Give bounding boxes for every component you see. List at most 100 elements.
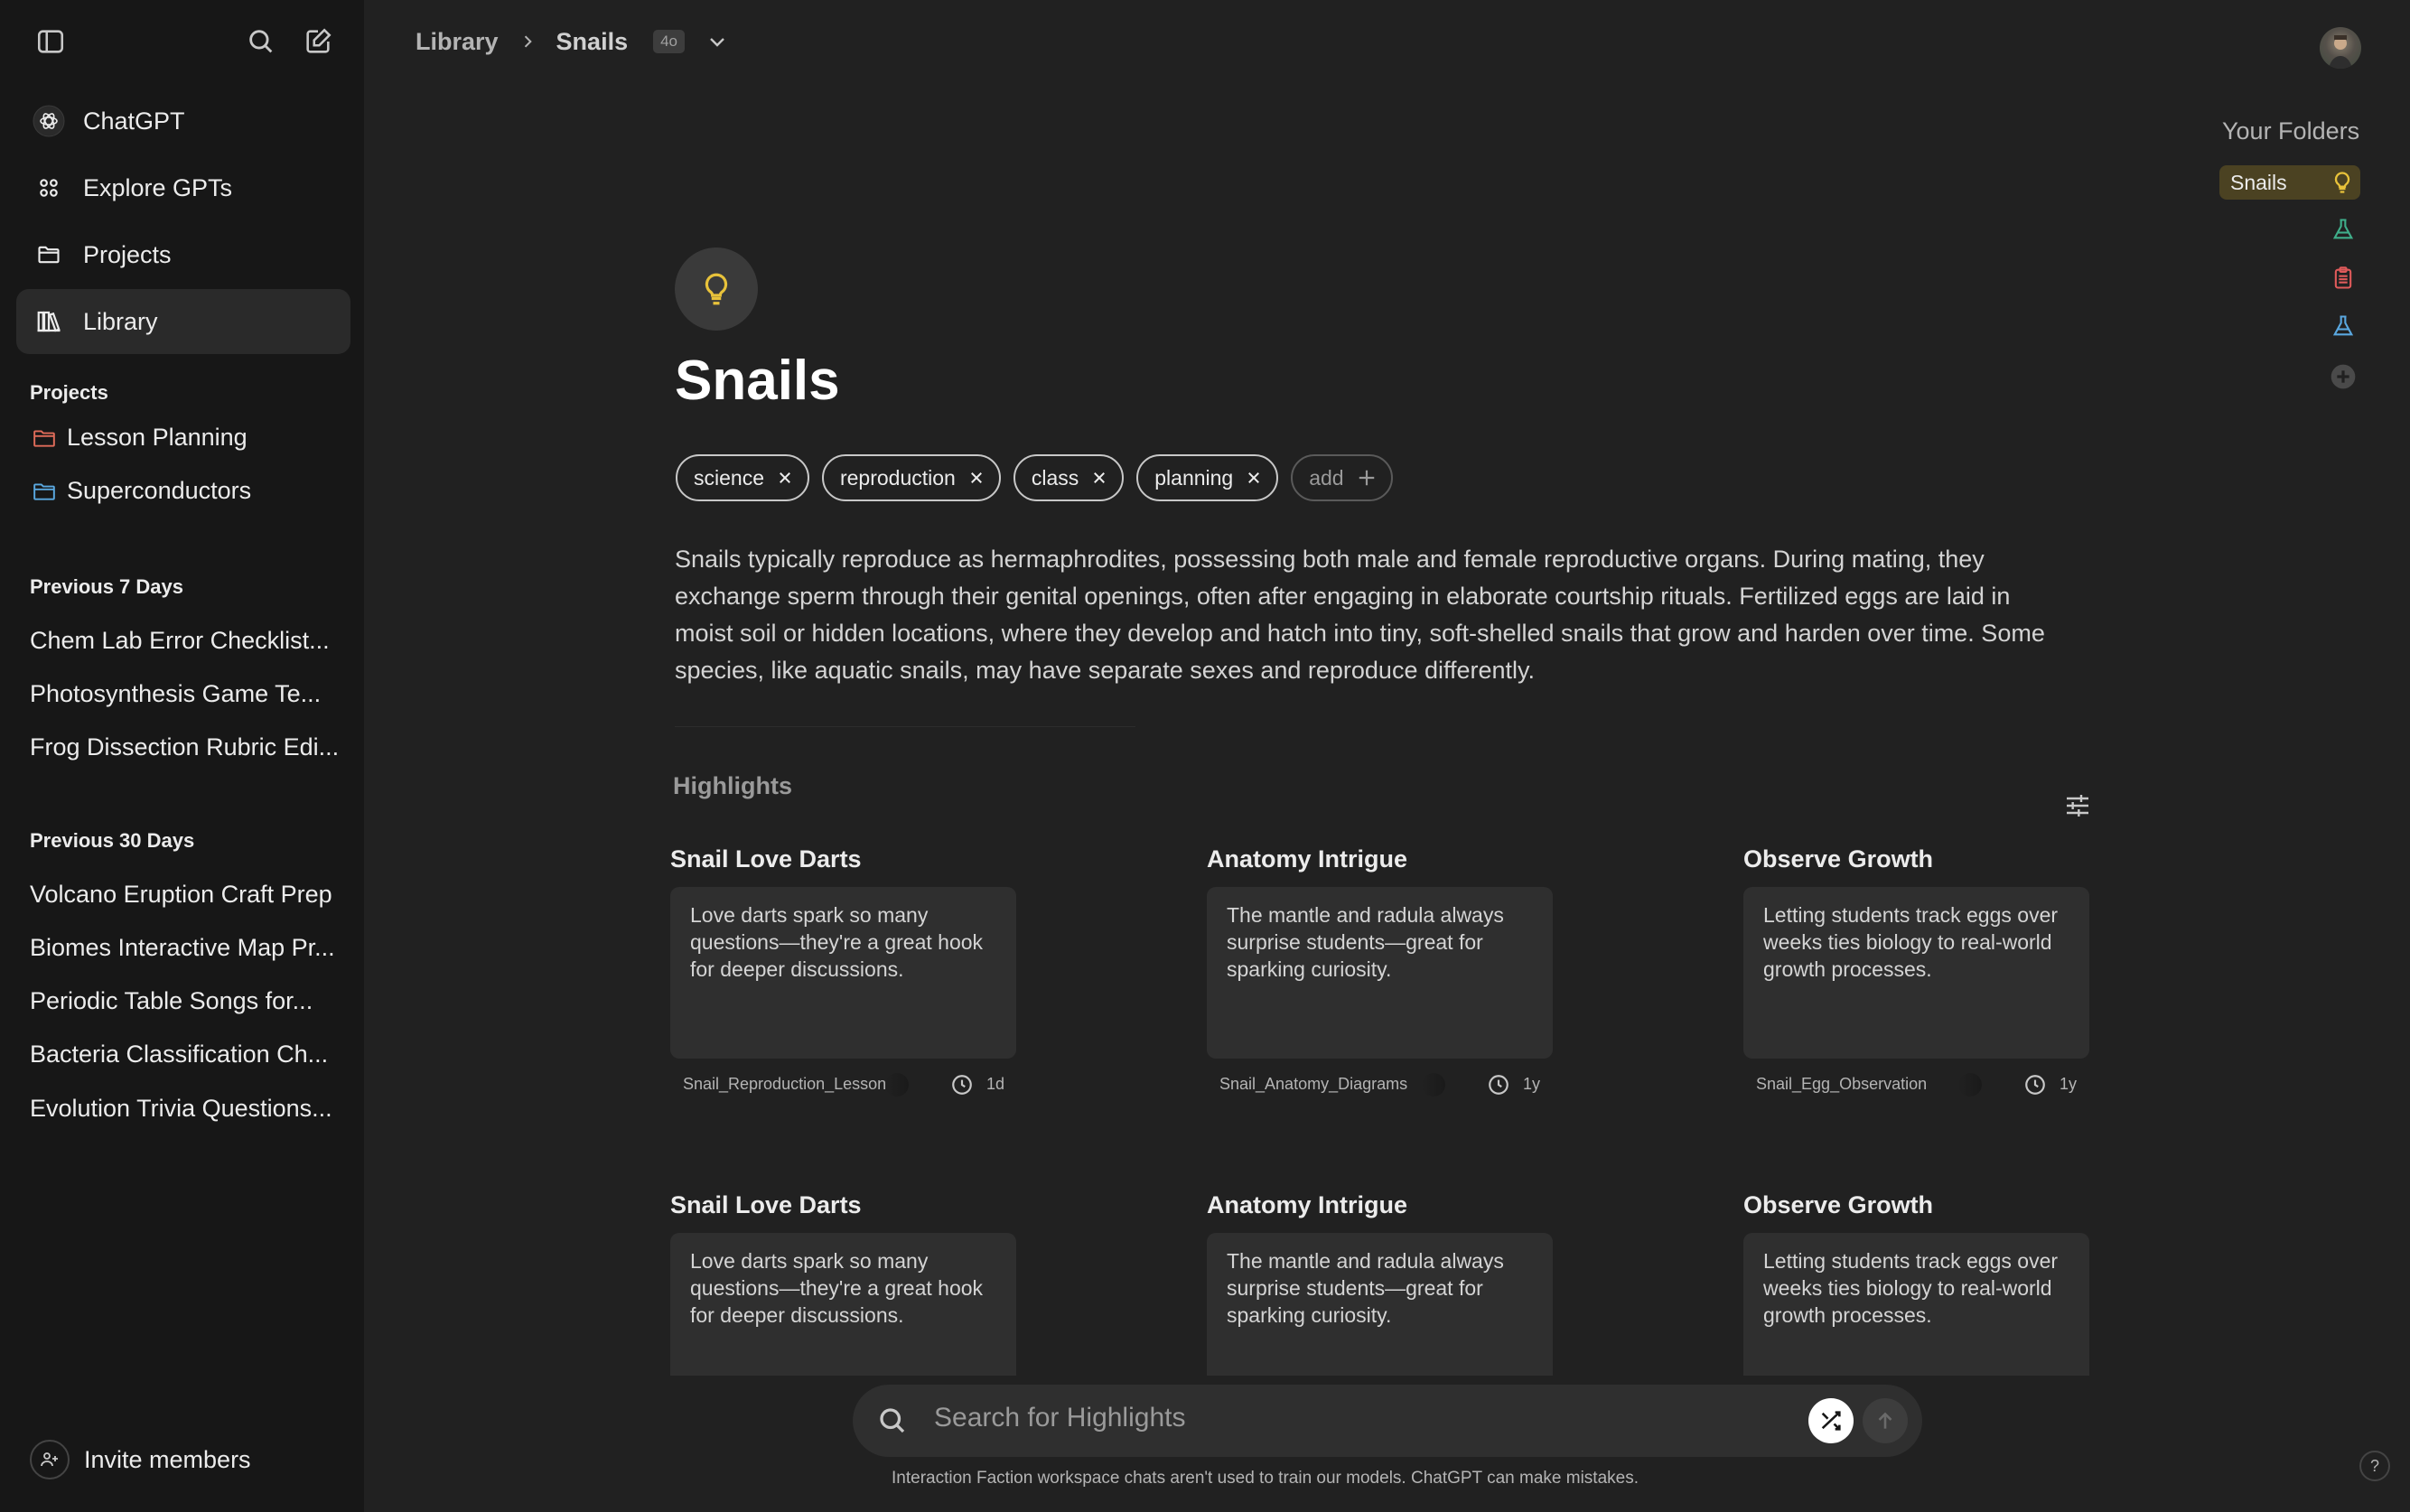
highlight-card[interactable]: Observe Growth Letting students track eg…	[1743, 1191, 2089, 1376]
search-icon[interactable]	[241, 22, 281, 61]
tag-chip: class	[1013, 454, 1125, 501]
flask-icon[interactable]	[2329, 312, 2358, 341]
library-icon	[33, 305, 65, 338]
shuffle-button[interactable]	[1808, 1398, 1854, 1443]
your-folders-title: Your Folders	[2222, 117, 2360, 145]
highlight-text: Letting students track eggs over weeks t…	[1743, 1233, 2089, 1376]
tag-label: science	[694, 465, 764, 490]
previous-7-days-heading: Previous 7 Days	[30, 575, 183, 598]
highlights-search-bar[interactable]: Search for Highlights	[853, 1385, 1922, 1457]
highlight-source[interactable]: Snail_Reproduction_Lesson	[683, 1075, 886, 1094]
clock-icon	[1489, 1075, 1509, 1095]
chat-history-item[interactable]: Biomes Interactive Map Pr...	[30, 934, 335, 962]
close-icon[interactable]	[777, 470, 793, 486]
highlight-card[interactable]: Anatomy Intrigue The mantle and radula a…	[1207, 1191, 1553, 1376]
sidebar-item-label: Projects	[83, 240, 172, 268]
tag-chip: science	[676, 454, 809, 501]
flask-icon[interactable]	[2329, 215, 2358, 244]
project-item-lesson-planning[interactable]: Lesson Planning	[33, 424, 248, 452]
chat-history-item[interactable]: Evolution Trivia Questions...	[30, 1095, 332, 1123]
sidebar-item-label: ChatGPT	[83, 107, 185, 135]
page-title: Snails	[675, 350, 840, 412]
lightbulb-icon	[705, 273, 728, 305]
projects-heading: Projects	[30, 381, 108, 404]
add-circle-icon[interactable]	[2329, 362, 2358, 391]
add-tag-button[interactable]: add	[1291, 454, 1393, 501]
sidebar-nav: ChatGPT Explore GPTs Projects Library	[16, 89, 350, 356]
tag-chip: reproduction	[821, 454, 1001, 501]
lightbulb-icon	[2334, 172, 2350, 193]
sidebar-item-library[interactable]: Library	[16, 289, 350, 354]
highlight-title: Anatomy Intrigue	[1207, 845, 1408, 873]
folder-icon	[33, 482, 55, 500]
breadcrumb-current: Snails	[556, 27, 629, 55]
tag-label: class	[1031, 465, 1079, 490]
fade-overlay	[1422, 1073, 1445, 1097]
highlight-card[interactable]: Anatomy Intrigue The mantle and radula a…	[1207, 845, 1553, 1102]
folder-icon	[33, 238, 65, 271]
highlight-title: Observe Growth	[1743, 1191, 1934, 1218]
highlight-meta: Snail_Reproduction_Lesson 1d	[670, 1066, 1016, 1102]
clock-icon	[2025, 1075, 2045, 1095]
highlight-age: 1y	[2060, 1075, 2078, 1093]
sidebar: ChatGPT Explore GPTs Projects Library Pr…	[0, 0, 364, 1512]
clipboard-icon[interactable]	[2329, 264, 2358, 293]
project-item-superconductors[interactable]: Superconductors	[33, 477, 251, 505]
tag-label: reproduction	[839, 465, 956, 490]
folder-description[interactable]: Snails typically reproduce as hermaphrod…	[675, 541, 2066, 689]
highlight-source[interactable]: Snail_Anatomy_Diagrams	[1219, 1075, 1407, 1094]
chat-history-item[interactable]: Bacteria Classification Ch...	[30, 1041, 328, 1069]
chevron-right-icon	[518, 33, 537, 51]
disclaimer-text: Interaction Faction workspace chats aren…	[892, 1469, 1639, 1488]
highlight-meta: Snail_Anatomy_Diagrams 1y	[1207, 1066, 1553, 1102]
tag-chip: planning	[1136, 454, 1279, 501]
tag-list: science reproduction class planning add	[676, 454, 1393, 501]
chevron-down-icon[interactable]	[706, 31, 728, 52]
highlight-title: Snail Love Darts	[670, 845, 862, 873]
plus-icon	[1357, 468, 1377, 488]
sidebar-toolbar	[31, 22, 333, 61]
chat-history-item[interactable]: Frog Dissection Rubric Edi...	[30, 733, 339, 761]
close-icon[interactable]	[968, 470, 985, 486]
chat-history-item[interactable]: Volcano Eruption Craft Prep	[30, 881, 332, 909]
sidebar-item-chatgpt[interactable]: ChatGPT	[16, 89, 350, 154]
highlight-text: Love darts spark so many questions—they'…	[670, 887, 1016, 1059]
highlights-heading: Highlights	[673, 772, 792, 799]
chat-history-item[interactable]: Chem Lab Error Checklist...	[30, 627, 330, 655]
highlight-card[interactable]: Snail Love Darts Love darts spark so man…	[670, 845, 1016, 1102]
sidebar-toggle-icon[interactable]	[31, 22, 70, 61]
clock-icon	[952, 1075, 972, 1095]
highlight-title: Observe Growth	[1743, 845, 1934, 873]
filter-settings-icon[interactable]	[2063, 791, 2092, 820]
breadcrumb: Library Snails 4o	[416, 22, 728, 61]
chat-history-item[interactable]: Periodic Table Songs for...	[30, 987, 313, 1015]
highlight-age: 1y	[1523, 1075, 1541, 1093]
project-label: Lesson Planning	[67, 424, 248, 451]
add-tag-label: add	[1309, 465, 1344, 490]
chat-history-item[interactable]: Photosynthesis Game Te...	[30, 680, 321, 708]
folder-label: Snails	[2230, 170, 2287, 194]
new-chat-icon[interactable]	[298, 22, 338, 61]
search-input[interactable]: Search for Highlights	[934, 1403, 1185, 1433]
divider	[675, 726, 1135, 727]
breadcrumb-library[interactable]: Library	[416, 28, 499, 56]
highlight-title: Snail Love Darts	[670, 1191, 862, 1218]
fade-overlay	[1958, 1073, 1982, 1097]
close-icon[interactable]	[1246, 470, 1262, 486]
highlight-card[interactable]: Observe Growth Letting students track eg…	[1743, 845, 2089, 1102]
highlight-source[interactable]: Snail_Egg_Observation	[1756, 1075, 1927, 1094]
highlight-meta: Snail_Egg_Observation 1y	[1743, 1066, 2089, 1102]
folder-emoji-icon[interactable]	[675, 247, 758, 331]
fade-overlay	[885, 1073, 909, 1097]
sidebar-item-explore-gpts[interactable]: Explore GPTs	[16, 155, 350, 220]
avatar[interactable]	[2320, 27, 2361, 69]
help-button[interactable]: ?	[2359, 1451, 2390, 1481]
arrow-up-icon	[1878, 1412, 1892, 1429]
highlight-card[interactable]: Snail Love Darts Love darts spark so man…	[670, 1191, 1016, 1376]
sidebar-item-label: Explore GPTs	[83, 173, 233, 201]
folder-item-snails[interactable]: Snails	[2219, 165, 2360, 200]
close-icon[interactable]	[1091, 470, 1107, 486]
shuffle-icon	[1821, 1411, 1841, 1431]
send-button[interactable]	[1863, 1398, 1908, 1443]
sidebar-item-projects[interactable]: Projects	[16, 222, 350, 287]
